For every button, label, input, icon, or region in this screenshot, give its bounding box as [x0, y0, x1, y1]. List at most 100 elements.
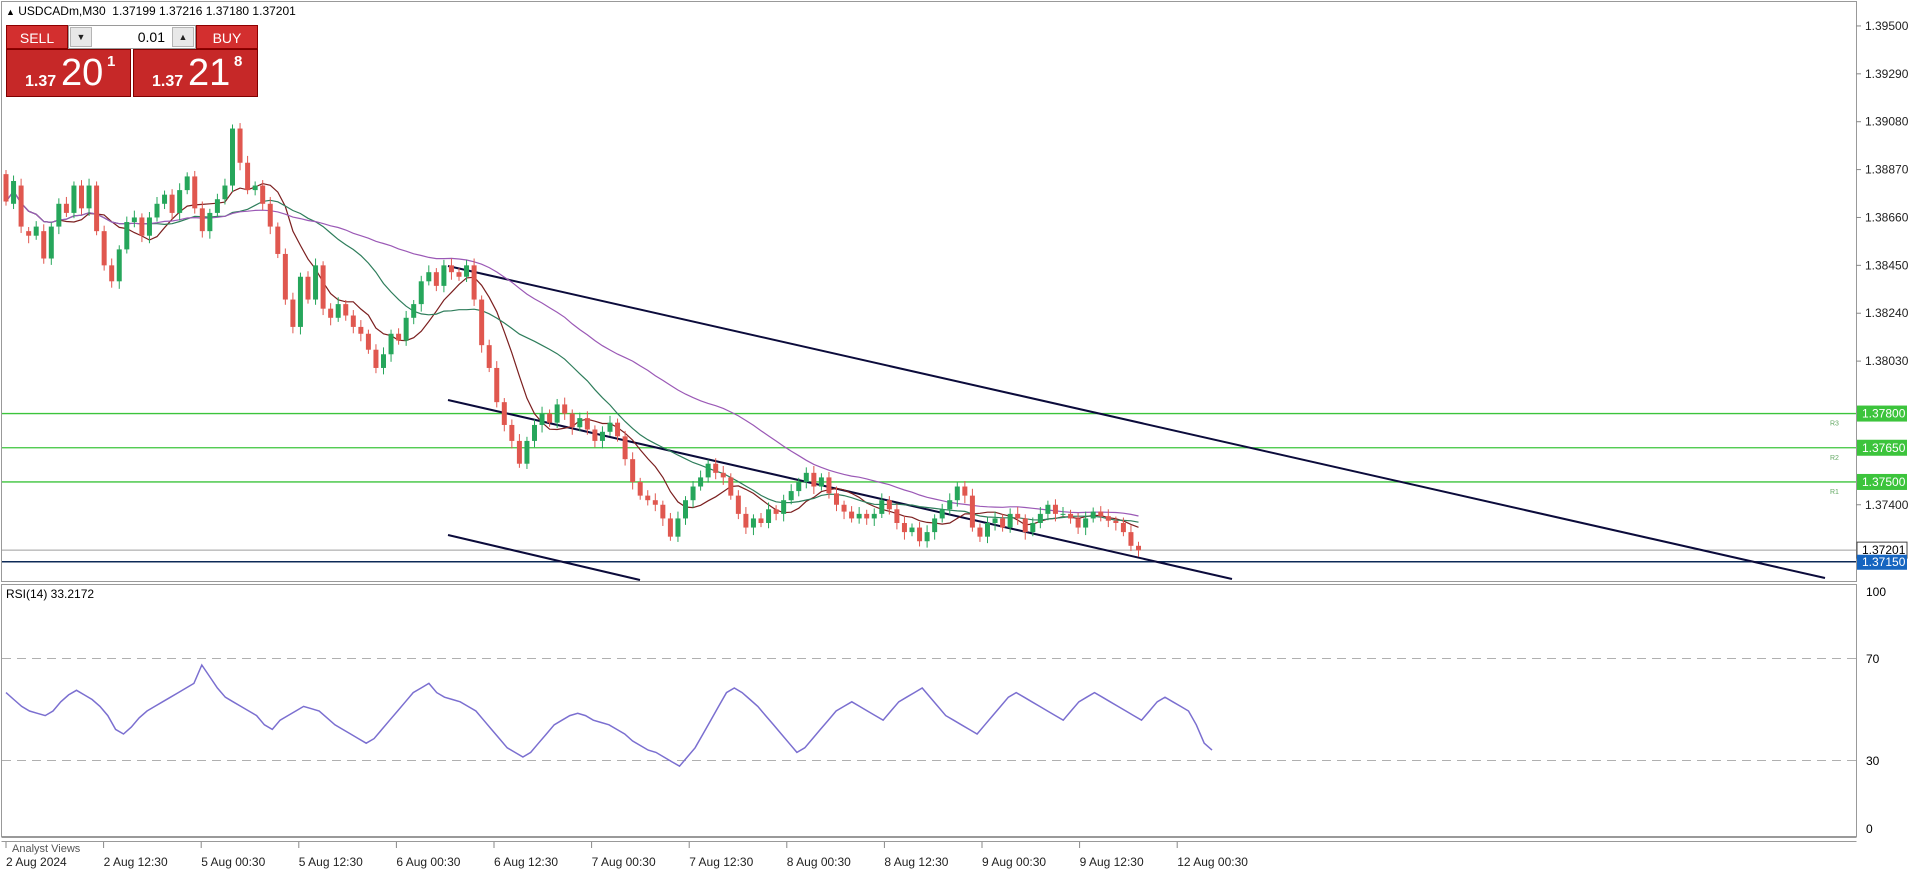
candle-body — [667, 518, 673, 537]
chart-canvas[interactable]: R3 R2 R1 1.39500 1.39290 1.39080 1.38870 1.386… — [0, 0, 1916, 874]
candle-body — [252, 185, 258, 191]
channel-trendline[interactable] — [447, 534, 641, 581]
candle-body — [985, 522, 990, 537]
channel-trendline[interactable] — [447, 265, 1826, 579]
candle-body — [373, 349, 379, 368]
candle-body — [396, 333, 402, 341]
candle-body — [509, 424, 515, 441]
candle-body — [328, 308, 334, 318]
candle-body — [94, 185, 100, 232]
level-badge-text-r2: 1.37650 — [1862, 441, 1906, 455]
price-tick-label: 1.39080 — [1865, 115, 1909, 129]
metatrader-chart-window: R3 R2 R1 1.39500 1.39290 1.39080 1.38870 1.386… — [0, 0, 1916, 874]
candle-body — [456, 272, 462, 277]
candle-body — [222, 185, 228, 200]
candle-body — [433, 272, 439, 286]
lot-increase-button[interactable]: ▲ — [172, 27, 194, 47]
rsi-pane-frame — [1, 584, 1857, 837]
candle-body — [554, 404, 560, 423]
candle-body — [230, 128, 235, 186]
sell-button[interactable]: SELL — [6, 25, 68, 49]
candle-body — [645, 495, 651, 501]
candle-body — [577, 418, 583, 428]
candle-body — [637, 481, 643, 496]
candle-body — [1083, 518, 1089, 528]
chevron-down-icon: ▼ — [76, 32, 86, 42]
candle-body — [539, 413, 545, 425]
candle-body — [939, 509, 945, 519]
price-tick-label: 1.37400 — [1865, 498, 1909, 512]
candle-body — [139, 217, 145, 236]
candle-body — [109, 265, 115, 282]
level-tag-r2: R2 — [1830, 455, 1839, 462]
ma-slow-line — [5, 190, 1139, 517]
candle-body — [803, 472, 809, 482]
candle-body — [720, 472, 726, 478]
candle-body — [599, 431, 605, 441]
candle-body — [675, 518, 681, 537]
candle-body — [245, 162, 251, 191]
candle-body — [917, 527, 923, 542]
chevron-up-icon: ▲ — [178, 32, 188, 42]
candle-body — [924, 532, 930, 542]
candle-body — [1068, 513, 1074, 519]
candle-body — [1060, 513, 1066, 515]
candle-body — [350, 315, 356, 327]
rsi-label: RSI(14) 33.2172 — [6, 587, 95, 601]
candle-body — [1000, 518, 1006, 528]
collapse-triangle-icon[interactable]: ▲ — [6, 7, 15, 17]
candle-body — [320, 265, 326, 309]
buy-button[interactable]: BUY — [196, 25, 258, 49]
candles-group — [3, 123, 1141, 557]
candle-body — [313, 265, 319, 300]
candle-body — [969, 495, 975, 528]
candle-body — [381, 354, 386, 368]
candle-body — [1030, 522, 1036, 533]
candle-body — [464, 265, 470, 277]
candle-body — [146, 217, 152, 236]
level-badge-text-r3: 1.37800 — [1862, 407, 1906, 421]
candle-body — [18, 185, 24, 227]
time-tick-label: 9 Aug 12:30 — [1080, 855, 1144, 869]
candle-body — [358, 326, 364, 334]
rsi-tick-70: 70 — [1866, 652, 1880, 666]
lot-size-box: ▼ ▲ — [68, 25, 196, 49]
candle-body — [856, 513, 862, 519]
candle-body — [849, 511, 855, 519]
candle-body — [728, 477, 734, 496]
time-tick-label: 7 Aug 12:30 — [689, 855, 753, 869]
candle-body — [184, 176, 190, 191]
candle-body — [479, 299, 485, 346]
candle-body — [1136, 545, 1141, 551]
time-tick-label: 6 Aug 00:30 — [396, 855, 460, 869]
candle-body — [841, 504, 847, 512]
candle-body — [305, 276, 311, 300]
candle-body — [1120, 522, 1126, 533]
candle-body — [494, 367, 500, 403]
candle-body — [569, 413, 575, 428]
candle-body — [26, 231, 32, 236]
candle-body — [260, 185, 266, 204]
candle-body — [48, 226, 54, 259]
analyst-views-tab[interactable]: Analyst Views — [12, 843, 80, 855]
candle-body — [1022, 518, 1028, 533]
candle-body — [199, 208, 205, 232]
candle-body — [781, 500, 787, 514]
symbol-timeframe: USDCADm,M30 — [18, 4, 106, 18]
sell-price-pips: 20 — [61, 52, 104, 94]
time-tick-label: 8 Aug 12:30 — [884, 855, 948, 869]
price-tick-label: 1.38030 — [1865, 354, 1909, 368]
buy-price-button[interactable]: 1.37 21 8 — [133, 49, 258, 97]
sell-price-fraction: 1 — [107, 53, 116, 70]
sell-price-button[interactable]: 1.37 20 1 — [6, 49, 131, 97]
candle-body — [403, 317, 409, 341]
candle-body — [992, 518, 998, 523]
candle-body — [864, 513, 870, 519]
lot-decrease-button[interactable]: ▼ — [70, 27, 92, 47]
candle-body — [1037, 513, 1043, 523]
time-tick-label: 12 Aug 00:30 — [1177, 855, 1248, 869]
time-tick-label: 7 Aug 00:30 — [592, 855, 656, 869]
time-tick-label: 2 Aug 2024 — [6, 855, 67, 869]
candle-body — [834, 493, 839, 505]
lot-size-input[interactable] — [95, 26, 169, 48]
